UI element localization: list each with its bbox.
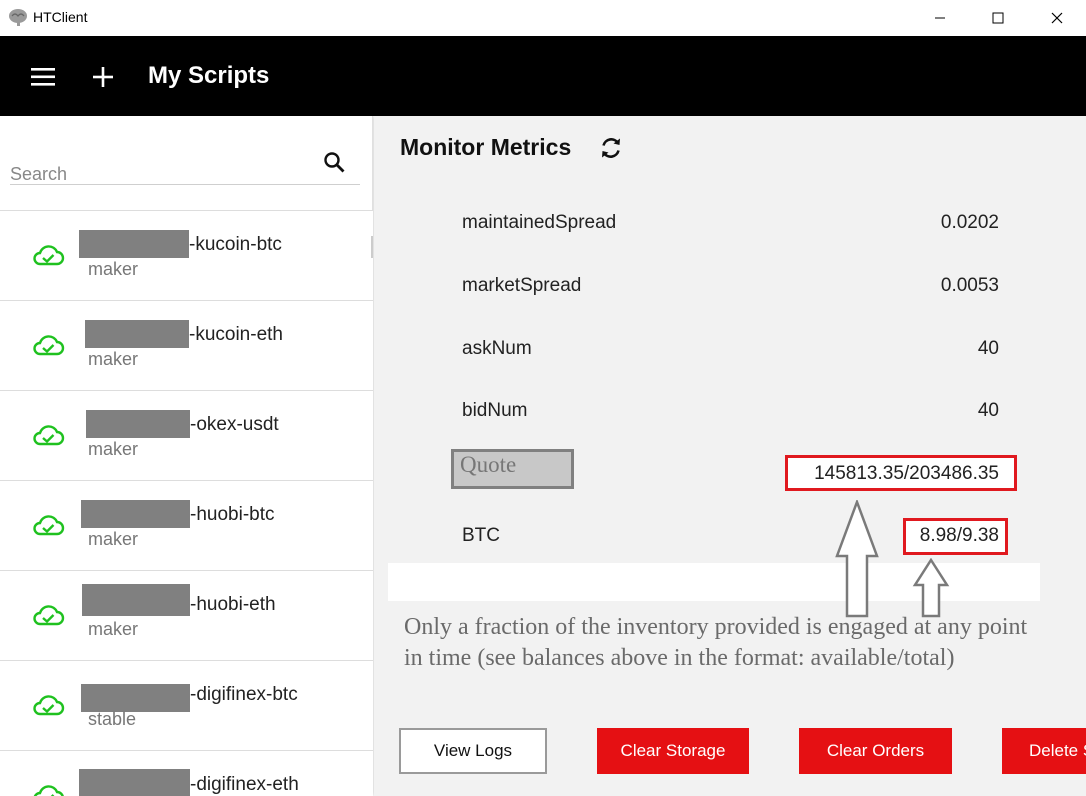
brain-app-icon xyxy=(9,9,27,26)
cloud-done-icon xyxy=(33,335,65,356)
list-item[interactable]: -huobi-eth maker xyxy=(0,571,373,661)
redacted-name xyxy=(81,500,190,528)
list-item[interactable]: -okex-usdt maker xyxy=(0,391,373,481)
script-name: -digifinex-eth xyxy=(190,774,299,795)
metric-label: maintainedSpread xyxy=(462,212,617,233)
list-item[interactable]: -digifinex-btc stable xyxy=(0,661,373,751)
search-input[interactable] xyxy=(10,163,310,185)
script-type: maker xyxy=(88,259,139,279)
metric-value: 0.0202 xyxy=(940,212,999,233)
cloud-done-icon xyxy=(33,695,65,716)
page-title: My Scripts xyxy=(148,62,270,89)
list-item[interactable]: -kucoin-eth maker xyxy=(0,301,373,391)
maximize-button[interactable] xyxy=(969,0,1027,36)
annotation-note: Only a fraction of the inventory provide… xyxy=(404,614,1028,671)
metric-label: marketSpread xyxy=(462,275,582,296)
metric-label: askNum xyxy=(462,338,532,359)
view-logs-button[interactable]: View Logs xyxy=(399,728,547,774)
redacted-name xyxy=(79,769,190,796)
minimize-icon xyxy=(935,17,945,19)
script-type: maker xyxy=(88,439,139,459)
metric-label: Quote xyxy=(460,452,517,477)
script-name: -huobi-btc xyxy=(190,504,275,525)
script-type: maker xyxy=(88,529,139,549)
redacted-name xyxy=(82,584,190,616)
script-name: -huobi-eth xyxy=(190,594,276,615)
refresh-icon[interactable] xyxy=(597,134,625,162)
up-arrow-icon xyxy=(912,558,950,618)
script-name: -digifinex-btc xyxy=(190,684,298,705)
minimize-button[interactable] xyxy=(911,0,969,36)
clear-storage-button[interactable]: Clear Storage xyxy=(597,728,749,774)
redacted-name xyxy=(86,410,190,438)
clear-orders-button[interactable]: Clear Orders xyxy=(799,728,952,774)
list-item[interactable]: -huobi-btc maker xyxy=(0,481,373,571)
search-field xyxy=(10,145,360,185)
script-name: -okex-usdt xyxy=(190,414,279,435)
close-icon xyxy=(1051,12,1063,24)
monitor-metrics-title: Monitor Metrics xyxy=(400,134,572,160)
metric-label: BTC xyxy=(462,525,500,546)
redacted-name xyxy=(79,230,189,258)
list-item[interactable]: -digifinex-eth xyxy=(0,751,373,796)
sidebar-scrollbar[interactable] xyxy=(371,236,373,258)
metric-value: 8.98/9.38 xyxy=(919,525,999,546)
metric-label: bidNum xyxy=(462,400,528,421)
window-title: HTClient xyxy=(33,9,88,25)
close-button[interactable] xyxy=(1028,0,1086,36)
metric-value: 0.0053 xyxy=(940,275,999,296)
script-type: stable xyxy=(88,709,137,729)
up-arrow-icon xyxy=(835,500,879,618)
menu-icon[interactable] xyxy=(31,68,55,86)
cloud-done-icon xyxy=(33,245,65,266)
script-name: -kucoin-btc xyxy=(189,234,282,255)
window-titlebar: HTClient xyxy=(0,0,1086,36)
cloud-done-icon xyxy=(33,785,64,796)
redacted-name xyxy=(81,684,190,712)
script-type: maker xyxy=(88,349,139,369)
add-script-icon[interactable] xyxy=(92,66,114,88)
metric-value: 40 xyxy=(977,338,999,359)
delete-script-button[interactable]: Delete S xyxy=(1002,728,1086,774)
metric-value: 40 xyxy=(977,400,999,421)
redacted-name xyxy=(85,320,189,348)
cloud-done-icon xyxy=(33,605,65,626)
maximize-icon xyxy=(992,12,1004,24)
script-name: -kucoin-eth xyxy=(189,324,283,345)
metric-value: 145813.35/203486.35 xyxy=(814,463,999,484)
cloud-done-icon xyxy=(33,425,65,446)
list-item[interactable]: -kucoin-btc maker xyxy=(0,211,373,301)
cloud-done-icon xyxy=(33,515,65,536)
script-type: maker xyxy=(88,619,139,639)
search-icon[interactable] xyxy=(322,150,346,174)
